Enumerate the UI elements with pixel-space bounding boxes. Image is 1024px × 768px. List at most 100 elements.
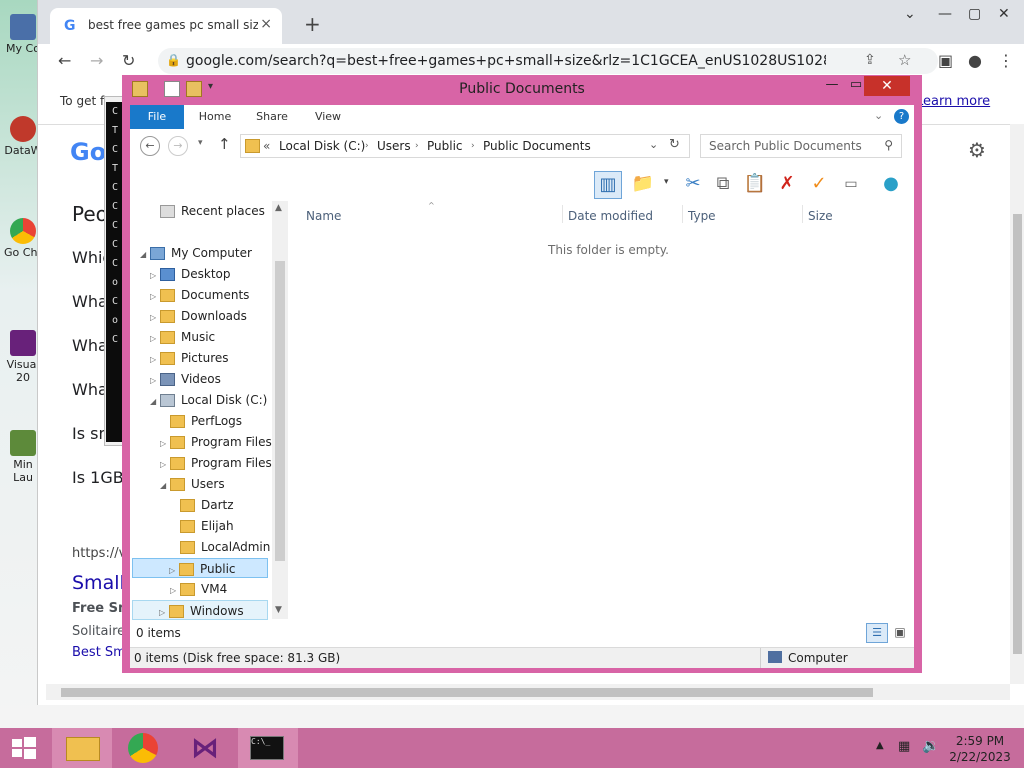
scrollbar-thumb[interactable]	[61, 688, 873, 697]
nav-my-computer[interactable]: ◢ My Computer	[140, 243, 252, 263]
breadcrumb-public-documents[interactable]: Public Documents	[483, 139, 591, 153]
maximize-icon[interactable]: ▢	[968, 6, 981, 22]
expand-arrow-icon[interactable]: ▷	[150, 266, 160, 286]
breadcrumb-local-disk[interactable]: Local Disk (C:)	[279, 139, 365, 153]
expand-arrow-icon[interactable]: ▷	[150, 329, 160, 349]
tray-overflow-chevron-icon[interactable]: ▲	[876, 740, 884, 751]
nav-pictures[interactable]: ▷ Pictures	[150, 348, 229, 368]
nav-windows[interactable]: ▷ Windows	[132, 600, 268, 620]
forward-icon[interactable]: →	[90, 51, 103, 70]
breadcrumb-separator-icon[interactable]: ›	[415, 141, 419, 151]
help-icon[interactable]: ?	[894, 109, 909, 124]
expand-arrow-icon[interactable]: ▷	[150, 287, 160, 307]
large-icons-view-icon[interactable]: ▣	[890, 623, 910, 641]
clock[interactable]: 2:59 PM 2/22/2023	[944, 733, 1016, 765]
collapse-arrow-icon[interactable]: ◢	[160, 476, 170, 496]
minimize-icon[interactable]: —	[938, 6, 952, 22]
ribbon-expand-chevron-icon[interactable]: ⌄	[874, 109, 883, 122]
scrollbar-thumb[interactable]	[275, 261, 285, 561]
back-icon[interactable]: ←	[58, 51, 71, 70]
question-item[interactable]: Is 1GB	[72, 468, 124, 487]
expand-arrow-icon[interactable]: ▷	[150, 350, 160, 370]
bookmark-star-icon[interactable]: ☆	[898, 51, 911, 69]
nav-program-files-x86[interactable]: ▷ Program Files (	[160, 453, 280, 473]
share-icon[interactable]: ⇪	[864, 52, 876, 68]
volume-icon[interactable]: 🔉	[922, 738, 939, 754]
nav-pane-scrollbar[interactable]: ▲ ▼	[272, 201, 288, 619]
nav-videos[interactable]: ▷ Videos	[150, 369, 221, 389]
cut-scissors-icon[interactable]: ✂	[680, 171, 706, 197]
browser-tab[interactable]: G best free games pc small size - G ×	[50, 8, 282, 44]
address-dropdown-icon[interactable]: ⌄	[649, 138, 658, 151]
learn-more-link[interactable]: Learn more	[916, 94, 990, 109]
column-header-date-modified[interactable]: Date modified	[568, 209, 653, 223]
breadcrumb-separator-icon[interactable]: ›	[365, 141, 369, 151]
taskbar-chrome[interactable]	[114, 728, 174, 768]
tab-close-icon[interactable]: ×	[260, 16, 272, 32]
result-url[interactable]: https://v	[72, 546, 126, 561]
taskbar-visual-studio[interactable]: ⋈	[176, 728, 236, 768]
column-divider[interactable]	[682, 205, 683, 223]
address-bar[interactable]: « Local Disk (C:) › Users › Public › Pub…	[240, 134, 690, 158]
expand-arrow-icon[interactable]: ▷	[150, 371, 160, 391]
breadcrumb-overflow[interactable]: «	[263, 139, 270, 153]
nav-localadmin[interactable]: LocalAdmin	[180, 537, 270, 557]
column-divider[interactable]	[562, 205, 563, 223]
check-icon[interactable]: ✓	[806, 171, 832, 197]
close-button[interactable]: ✕	[864, 76, 910, 96]
tab-file[interactable]: File	[130, 105, 184, 129]
minimize-icon[interactable]: —	[822, 77, 842, 95]
nav-public[interactable]: ▷ Public	[132, 558, 268, 578]
close-icon[interactable]: ✕	[998, 6, 1010, 22]
properties-dropdown-icon[interactable]: ▾	[664, 177, 669, 187]
collapse-arrow-icon[interactable]: ◢	[150, 392, 160, 412]
column-divider[interactable]	[802, 205, 803, 223]
copy-icon[interactable]: ⧉	[710, 171, 736, 197]
collapse-arrow-icon[interactable]: ◢	[140, 245, 150, 265]
column-header-name[interactable]: Name	[306, 209, 341, 223]
nav-recent-places[interactable]: Recent places	[160, 201, 265, 221]
search-box[interactable]: Search Public Documents ⚲	[700, 134, 902, 158]
explorer-title-bar[interactable]: ▾ Public Documents — ▭ ✕	[122, 75, 922, 103]
scrollbar-thumb[interactable]	[1013, 214, 1022, 654]
nav-dartz[interactable]: Dartz	[180, 495, 234, 515]
scroll-up-icon[interactable]: ▲	[275, 203, 282, 213]
column-header-size[interactable]: Size	[808, 209, 833, 223]
nav-downloads[interactable]: ▷ Downloads	[150, 306, 247, 326]
tab-share[interactable]: Share	[250, 105, 294, 129]
file-list[interactable]: Name ^ Date modified Type Size This fold…	[288, 201, 914, 619]
nav-vm4[interactable]: ▷ VM4	[170, 579, 227, 599]
expand-arrow-icon[interactable]: ▷	[169, 561, 179, 581]
vertical-scrollbar[interactable]	[1010, 124, 1024, 684]
nav-elijah[interactable]: Elijah	[180, 516, 234, 536]
nav-desktop[interactable]: ▷ Desktop	[150, 264, 231, 284]
start-button[interactable]	[0, 728, 48, 768]
breadcrumb-users[interactable]: Users	[377, 139, 411, 153]
expand-arrow-icon[interactable]: ▷	[160, 455, 170, 475]
nav-perflogs[interactable]: PerfLogs	[170, 411, 242, 431]
menu-kebab-icon[interactable]: ⋮	[998, 51, 1014, 70]
tab-view[interactable]: View	[306, 105, 350, 129]
recent-locations-chevron-icon[interactable]: ▾	[198, 138, 203, 148]
scroll-down-icon[interactable]: ▼	[275, 605, 282, 615]
result-sitelink[interactable]: Best Sm	[72, 645, 126, 660]
nav-program-files[interactable]: ▷ Program Files	[160, 432, 272, 452]
preview-pane-icon[interactable]: ▥	[594, 171, 622, 199]
reload-icon[interactable]: ↻	[122, 51, 135, 70]
maximize-icon[interactable]: ▭	[848, 77, 864, 95]
result-title-link[interactable]: Small	[72, 572, 125, 594]
tab-search-chevron-icon[interactable]: ⌄	[904, 6, 916, 22]
globe-icon[interactable]: ●	[878, 171, 904, 197]
details-view-icon[interactable]: ☰	[866, 623, 888, 643]
profile-avatar-icon[interactable]: ●	[968, 51, 982, 70]
new-tab-button[interactable]: +	[304, 12, 321, 36]
nav-documents[interactable]: ▷ Documents	[150, 285, 249, 305]
expand-arrow-icon[interactable]: ▷	[160, 434, 170, 454]
google-logo[interactable]: Go	[70, 138, 106, 166]
horizontal-scrollbar[interactable]	[46, 684, 1010, 700]
tab-home[interactable]: Home	[192, 105, 238, 129]
rename-icon[interactable]: ▭	[838, 171, 864, 197]
side-panel-icon[interactable]: ▣	[938, 51, 953, 70]
breadcrumb-separator-icon[interactable]: ›	[471, 141, 475, 151]
settings-gear-icon[interactable]: ⚙	[968, 138, 986, 162]
